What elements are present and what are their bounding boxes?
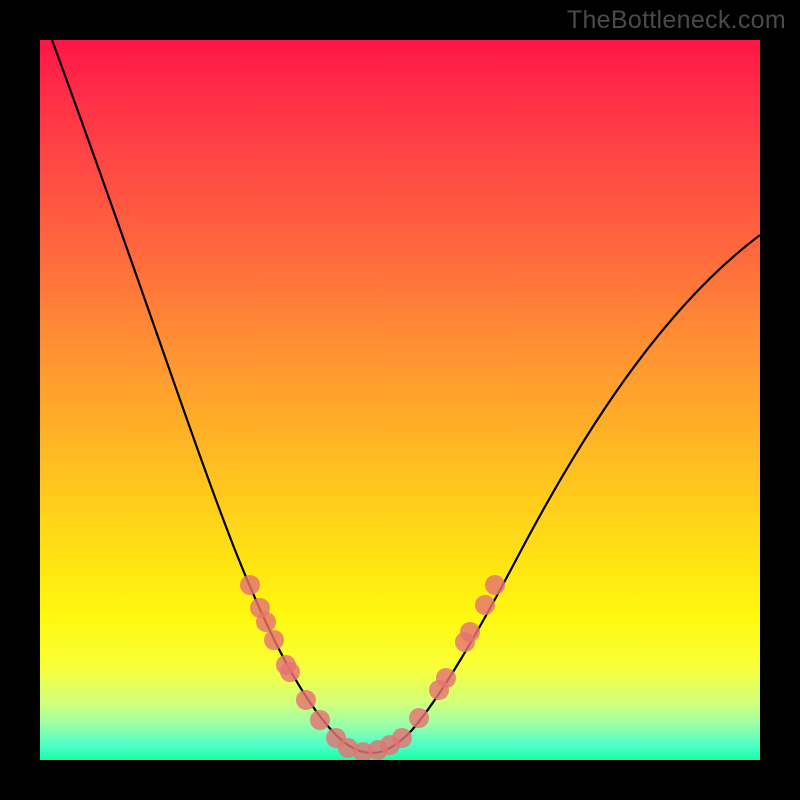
- sample-point: [436, 668, 456, 688]
- sample-point: [310, 710, 330, 730]
- sample-point: [264, 630, 284, 650]
- sample-point: [409, 708, 429, 728]
- sample-point: [256, 612, 276, 632]
- sample-point: [296, 690, 316, 710]
- marker-group: [240, 575, 505, 760]
- sample-point: [485, 575, 505, 595]
- sample-point: [475, 595, 495, 615]
- sample-point: [392, 728, 412, 748]
- sample-point: [240, 575, 260, 595]
- sample-point: [280, 662, 300, 682]
- watermark-text: TheBottleneck.com: [567, 6, 786, 35]
- bottleneck-curve: [52, 40, 760, 753]
- sample-point: [460, 622, 480, 642]
- plot-area: [40, 40, 760, 760]
- chart-svg: [40, 40, 760, 760]
